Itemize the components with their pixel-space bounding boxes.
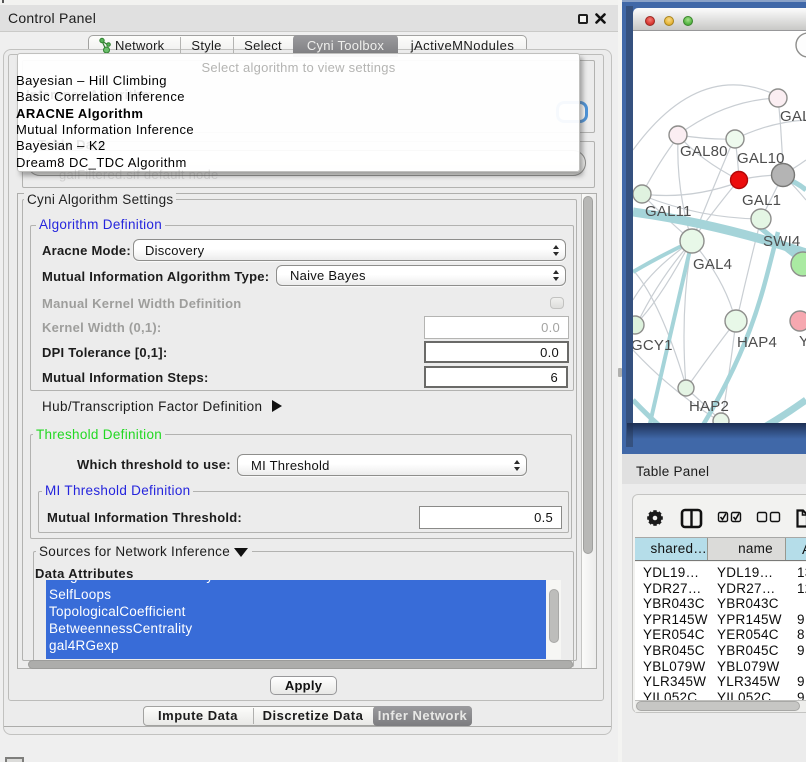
svg-text:GAL11: GAL11 (645, 203, 692, 220)
svg-text:Y: Y (799, 333, 806, 350)
svg-text:GCY1: GCY1 (633, 337, 673, 354)
svg-text:GAL1: GAL1 (742, 192, 781, 209)
svg-text:HAP4: HAP4 (737, 334, 777, 351)
svg-text:GAL10: GAL10 (737, 150, 785, 167)
svg-text:GAL7: GAL7 (780, 108, 806, 125)
svg-text:SWI4: SWI4 (763, 233, 800, 250)
svg-text:GAL4: GAL4 (693, 256, 732, 273)
svg-text:HAP2: HAP2 (689, 398, 729, 415)
svg-text:GAL80: GAL80 (680, 143, 728, 160)
